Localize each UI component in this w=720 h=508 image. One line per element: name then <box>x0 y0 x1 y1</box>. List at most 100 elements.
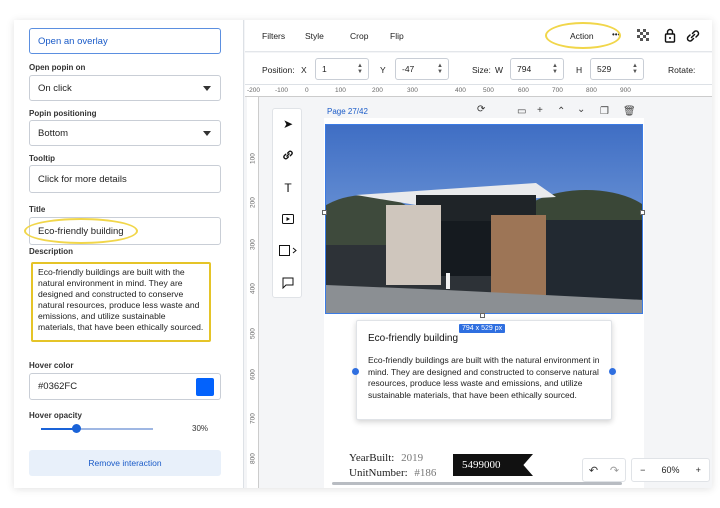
ruler-tick: 900 <box>620 87 631 94</box>
link-tool[interactable] <box>273 145 303 167</box>
opacity-slider-fill <box>41 428 76 430</box>
stepper-icon[interactable]: ▲ ▼ <box>437 63 443 75</box>
chevron-down-icon <box>203 131 211 136</box>
popin-positioning-select[interactable]: Bottom <box>29 120 221 146</box>
position-y-value: -47 <box>402 64 415 74</box>
undo-icon[interactable]: ↶ <box>589 464 598 477</box>
ruler-tick: 700 <box>249 413 257 424</box>
redo-icon[interactable]: ↷ <box>610 464 619 477</box>
ruler-tick: 400 <box>249 283 257 294</box>
open-overlay-label: Open an overlay <box>38 35 108 47</box>
unit-label: UnitNumber: <box>349 467 408 479</box>
description-textarea[interactable]: Eco-friendly buildings are built with th… <box>31 262 211 342</box>
style-button[interactable]: Style <box>305 31 324 41</box>
description-label: Description <box>29 247 74 256</box>
more-icon[interactable]: ••• <box>612 30 620 39</box>
ruler-tick: 600 <box>518 87 529 94</box>
rotate-label: Rotate: <box>668 65 696 75</box>
tooltip-value: Click for more details <box>38 173 127 185</box>
title-input[interactable]: Eco-friendly building <box>29 217 221 245</box>
unit-value: #186 <box>414 467 437 479</box>
zoom-out-button[interactable]: − <box>640 465 645 475</box>
color-swatch[interactable] <box>196 378 214 396</box>
ruler-tick: 400 <box>455 87 466 94</box>
tooltip-input[interactable]: Click for more details <box>29 165 221 193</box>
ruler-tick: 500 <box>249 328 257 339</box>
price-banner: 5499000 <box>453 454 533 476</box>
stepper-icon[interactable]: ▲ ▼ <box>357 63 363 75</box>
size-h-input[interactable]: 529 ▲ ▼ <box>590 58 644 80</box>
y-label: Y <box>380 65 386 75</box>
ruler-tick: 300 <box>249 239 257 250</box>
title-value: Eco-friendly building <box>38 225 124 237</box>
rotate-handle-icon[interactable]: ⟳ <box>477 104 485 115</box>
remove-interaction-button[interactable]: Remove interaction <box>29 450 221 476</box>
hover-color-input[interactable]: #0362FC <box>29 373 221 400</box>
crop-button[interactable]: Crop <box>350 31 368 41</box>
zoom-in-button[interactable]: + <box>696 465 701 475</box>
popup-anchor-right[interactable] <box>609 368 616 375</box>
position-y-input[interactable]: -47 ▲ ▼ <box>395 58 449 80</box>
interaction-panel: Open an overlay Open popin on On click P… <box>14 20 244 488</box>
ruler-tick: 800 <box>586 87 597 94</box>
year-label: YearBuilt: <box>349 452 395 464</box>
popin-positioning-value: Bottom <box>38 127 69 139</box>
square-icon <box>279 245 297 259</box>
opacity-slider-handle[interactable] <box>72 424 81 433</box>
year-value: 2019 <box>401 452 424 464</box>
popup-anchor-left[interactable] <box>352 368 359 375</box>
size-w-value: 794 <box>517 64 532 74</box>
popin-on-label: Open popin on <box>29 63 86 72</box>
video-tool[interactable] <box>273 209 303 231</box>
overlay-popup[interactable]: Eco-friendly building Eco-friendly build… <box>356 320 612 420</box>
add-icon[interactable]: + <box>537 105 543 116</box>
ruler-tick: 700 <box>552 87 563 94</box>
chevron-down-icon <box>203 86 211 91</box>
hover-opacity-label: Hover opacity <box>29 411 82 420</box>
title-label: Title <box>29 205 46 214</box>
vertical-ruler: 100 200 300 400 500 600 700 800 <box>247 97 259 488</box>
comment-icon[interactable]: ▭ <box>517 106 526 117</box>
position-x-input[interactable]: 1 ▲ ▼ <box>315 58 369 80</box>
trash-icon[interactable]: 🗑 <box>623 106 636 117</box>
flip-button[interactable]: Flip <box>390 31 404 41</box>
resize-handle[interactable] <box>322 210 327 215</box>
image-toolbar: Filters Style Crop Flip Action ••• <box>245 20 712 52</box>
hover-color-value: #0362FC <box>38 381 78 392</box>
ruler-tick: 800 <box>249 453 257 464</box>
select-tool[interactable]: ➤ <box>273 113 303 135</box>
stepper-icon[interactable]: ▲ ▼ <box>552 63 558 75</box>
comment-tool[interactable] <box>273 273 303 295</box>
action-button[interactable]: Action <box>570 31 594 41</box>
page-number-label: Page 27/42 <box>327 107 368 116</box>
link-icon[interactable] <box>685 28 701 46</box>
position-label: Position: <box>262 65 295 75</box>
comment-icon <box>282 277 294 292</box>
chevron-up-icon[interactable]: ⌃ <box>557 106 565 117</box>
popin-on-value: On click <box>38 82 72 94</box>
link-icon <box>282 149 294 164</box>
history-controls: ↶ ↷ <box>582 458 626 482</box>
filters-button[interactable]: Filters <box>262 31 285 41</box>
size-w-input[interactable]: 794 ▲ ▼ <box>510 58 564 80</box>
transparency-icon[interactable] <box>637 29 651 45</box>
lock-icon[interactable] <box>664 28 676 45</box>
popin-on-select[interactable]: On click <box>29 75 221 101</box>
horizontal-scrollbar[interactable] <box>332 482 622 485</box>
horizontal-ruler: -200 -100 0 100 200 300 400 500 600 700 … <box>245 85 712 97</box>
building-photo[interactable] <box>325 124 643 314</box>
size-badge: 794 x 529 px <box>459 324 506 333</box>
tooltip-label: Tooltip <box>29 154 56 163</box>
duplicate-icon[interactable]: ❐ <box>600 106 609 117</box>
open-overlay-button[interactable]: Open an overlay <box>29 28 221 54</box>
stepper-icon[interactable]: ▲ ▼ <box>632 63 638 75</box>
shape-tool[interactable] <box>273 241 303 263</box>
chevron-down-icon[interactable]: ⌄ <box>577 104 585 115</box>
resize-handle[interactable] <box>480 313 485 318</box>
ruler-tick: 0 <box>305 87 309 94</box>
w-label: W <box>495 65 504 75</box>
text-icon: T <box>284 181 292 195</box>
resize-handle[interactable] <box>640 210 645 215</box>
text-tool[interactable]: T <box>273 177 303 199</box>
ruler-tick: 300 <box>407 87 418 94</box>
